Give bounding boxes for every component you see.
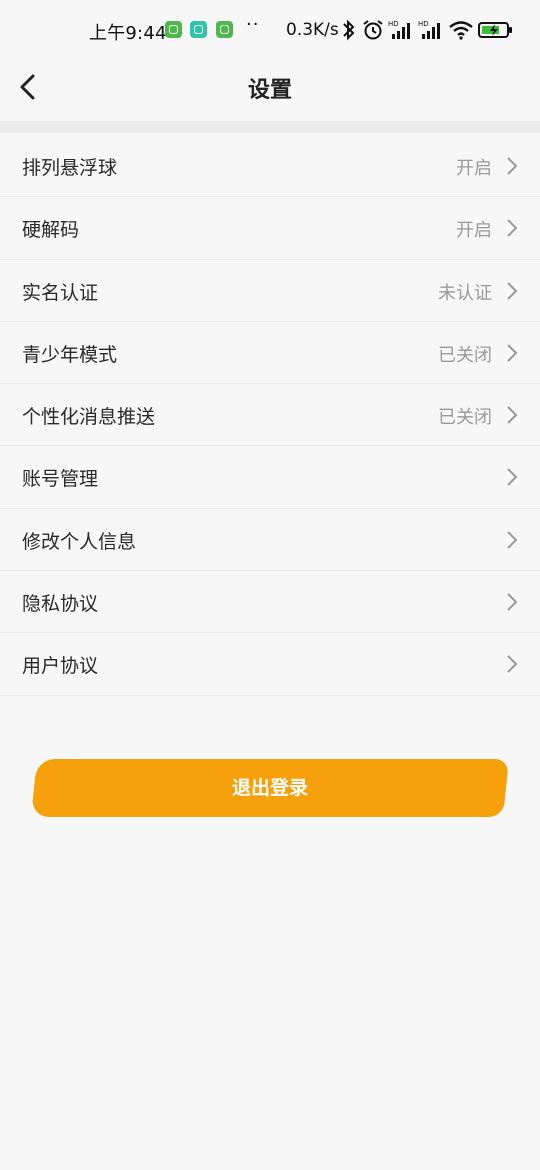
settings-item-label: 排列悬浮球 <box>22 157 118 179</box>
settings-item-personalized-push[interactable]: 个性化消息推送 已关闭 <box>0 384 540 447</box>
settings-item-floating-ball[interactable]: 排列悬浮球 开启 <box>0 135 540 198</box>
settings-item-teen-mode[interactable]: 青少年模式 已关闭 <box>0 322 540 385</box>
settings-item-label: 硬解码 <box>22 219 80 242</box>
nav-header: 设置 <box>0 62 540 120</box>
settings-item-label: 修改个人信息 <box>22 530 137 553</box>
settings-item-privacy-policy[interactable]: 隐私协议 <box>0 571 540 634</box>
settings-item-value: 开启 <box>456 220 492 242</box>
mi-app-icon <box>190 21 207 38</box>
chevron-right-icon <box>507 344 518 362</box>
settings-item-value: 开启 <box>456 158 492 179</box>
svg-text:HD: HD <box>418 20 429 28</box>
settings-list: 排列悬浮球 开启 硬解码 开启 实名认证 未认证 青少年模式 已关闭 个性化消息… <box>0 135 540 696</box>
settings-item-label: 青少年模式 <box>22 343 118 366</box>
alarm-icon <box>363 20 383 40</box>
settings-item-account-management[interactable]: 账号管理 <box>0 446 540 509</box>
page-title: 设置 <box>247 78 292 103</box>
chevron-right-icon <box>507 593 518 611</box>
settings-item-edit-profile[interactable]: 修改个人信息 <box>0 509 540 572</box>
signal-hd-icon: HD <box>388 20 410 39</box>
settings-item-label: 隐私协议 <box>22 593 99 616</box>
settings-item-value: 已关闭 <box>438 407 492 429</box>
chevron-right-icon <box>507 531 518 549</box>
chevron-right-icon <box>507 655 518 674</box>
settings-item-label: 用户协议 <box>22 655 99 678</box>
more-notifications-indicator: ·· <box>246 14 260 35</box>
status-bar: 上午9:44 ·· 0.3K/s HD HD <box>0 0 540 62</box>
settings-item-user-agreement[interactable]: 用户协议 <box>0 633 540 696</box>
chevron-right-icon <box>507 281 518 300</box>
settings-item-label: 个性化消息推送 <box>22 406 156 429</box>
section-divider <box>0 121 540 133</box>
settings-item-value: 未认证 <box>438 282 492 304</box>
chevron-right-icon <box>507 468 518 487</box>
settings-item-label: 账号管理 <box>22 468 99 491</box>
chevron-right-icon <box>507 406 518 424</box>
settings-item-label: 实名认证 <box>22 281 99 304</box>
wifi-icon <box>449 21 473 40</box>
chevron-right-icon <box>507 219 518 238</box>
settings-item-real-name-auth[interactable]: 实名认证 未认证 <box>0 260 540 322</box>
svg-text:HD: HD <box>388 20 399 28</box>
settings-item-value: 已关闭 <box>438 344 492 366</box>
chevron-right-icon <box>507 157 518 175</box>
app-notification-icon <box>216 21 233 38</box>
app-notification-icon <box>165 21 182 38</box>
settings-item-hardware-decoding[interactable]: 硬解码 开启 <box>0 197 540 260</box>
signal-hd-icon: HD <box>418 20 440 39</box>
status-time: 上午9:44 <box>89 23 167 44</box>
battery-charging-icon <box>478 22 512 38</box>
logout-button[interactable] <box>30 759 510 817</box>
bluetooth-icon <box>343 19 355 41</box>
network-speed: 0.3K/s <box>286 20 339 40</box>
